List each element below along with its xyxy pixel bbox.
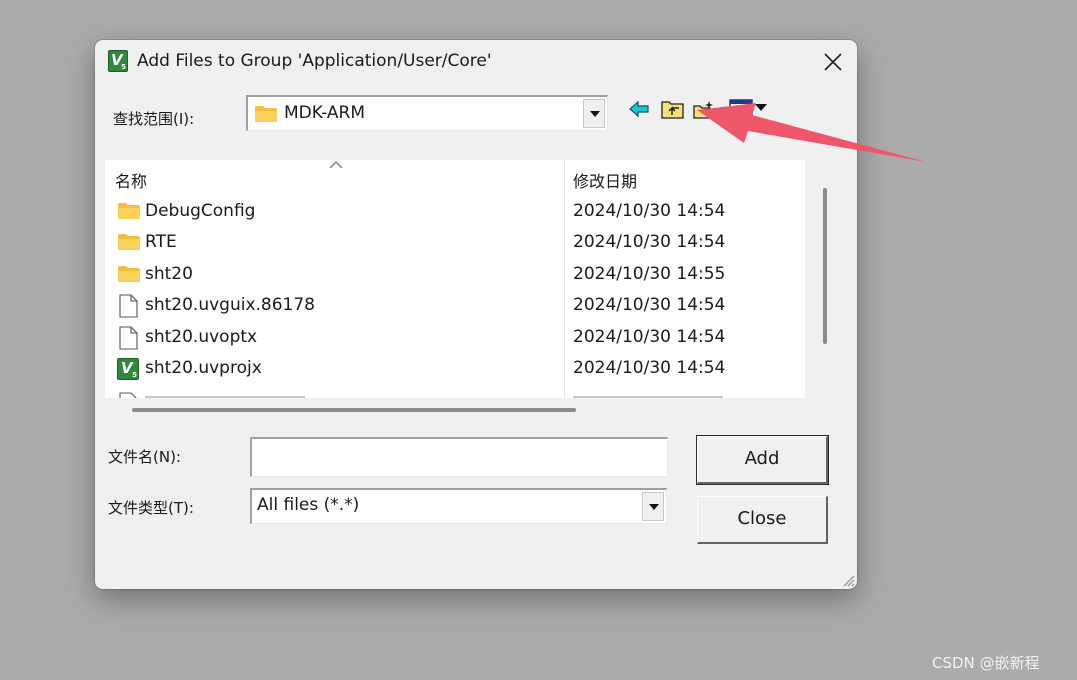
vertical-scrollbar[interactable] bbox=[823, 188, 827, 344]
back-arrow-icon[interactable] bbox=[628, 100, 650, 118]
file-name: sht20 bbox=[145, 264, 193, 284]
horizontal-scrollbar[interactable] bbox=[132, 408, 576, 412]
folder-icon bbox=[118, 234, 140, 250]
file-name: sht20.uvprojx bbox=[145, 358, 262, 378]
folder-icon bbox=[255, 106, 277, 122]
list-item[interactable]: sht20.uvoptx 2024/10/30 14:54 bbox=[105, 323, 805, 354]
view-menu-icon[interactable] bbox=[729, 99, 769, 119]
title-bar: V5 Add Files to Group 'Application/User/… bbox=[95, 40, 857, 84]
file-icon bbox=[119, 326, 138, 350]
truncated-file-date bbox=[573, 396, 723, 398]
file-name: sht20.uvguix.86178 bbox=[145, 295, 315, 315]
close-button[interactable]: Close bbox=[697, 496, 828, 544]
column-header-name[interactable]: 名称 bbox=[115, 168, 147, 192]
file-date: 2024/10/30 14:54 bbox=[573, 201, 726, 221]
close-icon bbox=[824, 53, 842, 71]
list-item-partial[interactable] bbox=[105, 390, 805, 398]
file-type-dropdown-button[interactable] bbox=[642, 492, 664, 521]
list-item[interactable]: V 5 sht20.uvprojx 2024/10/30 14:54 bbox=[105, 354, 805, 385]
sort-ascending-icon bbox=[329, 161, 343, 169]
chevron-down-icon bbox=[590, 110, 600, 117]
file-date: 2024/10/30 14:54 bbox=[573, 327, 726, 347]
file-type-value: All files (*.*) bbox=[257, 495, 360, 515]
file-type-dropdown[interactable]: All files (*.*) bbox=[250, 488, 667, 524]
list-item[interactable]: RTE 2024/10/30 14:54 bbox=[105, 228, 805, 259]
folder-icon bbox=[118, 203, 140, 219]
watermark: CSDN @嵌新程 bbox=[932, 654, 1040, 672]
add-button-label: Add bbox=[744, 448, 780, 469]
new-folder-icon[interactable] bbox=[693, 100, 715, 120]
file-date: 2024/10/30 14:55 bbox=[573, 264, 726, 284]
truncated-file-name bbox=[145, 396, 305, 398]
file-name-input[interactable] bbox=[250, 437, 668, 477]
close-button-label: Close bbox=[737, 508, 787, 529]
list-item[interactable]: sht20.uvguix.86178 2024/10/30 14:54 bbox=[105, 291, 805, 322]
add-button[interactable]: Add bbox=[696, 435, 829, 485]
look-in-label: 查找范围(I): bbox=[113, 110, 195, 128]
file-list[interactable]: 名称 修改日期 DebugConfig 2024/10/30 14:54 RTE… bbox=[105, 160, 805, 398]
file-name: RTE bbox=[145, 232, 177, 252]
look-in-value: MDK-ARM bbox=[284, 103, 365, 123]
file-name-label: 文件名(N): bbox=[108, 448, 181, 466]
file-icon bbox=[119, 294, 138, 318]
look-in-dropdown[interactable]: MDK-ARM bbox=[246, 95, 608, 131]
column-header-modified[interactable]: 修改日期 bbox=[573, 168, 637, 192]
file-date: 2024/10/30 14:54 bbox=[573, 232, 726, 252]
folder-icon bbox=[118, 266, 140, 282]
file-name: sht20.uvoptx bbox=[145, 327, 258, 347]
file-name: DebugConfig bbox=[145, 201, 256, 221]
list-item[interactable]: sht20 2024/10/30 14:55 bbox=[105, 260, 805, 291]
look-in-dropdown-button[interactable] bbox=[583, 99, 605, 128]
file-type-label: 文件类型(T): bbox=[108, 499, 194, 517]
keil-project-icon: V 5 bbox=[117, 358, 139, 380]
file-date: 2024/10/30 14:54 bbox=[573, 358, 726, 378]
chevron-down-icon bbox=[649, 503, 659, 510]
close-window-button[interactable] bbox=[815, 44, 851, 80]
up-folder-icon[interactable] bbox=[660, 98, 686, 120]
keil-app-icon: V5 bbox=[108, 50, 128, 72]
file-date: 2024/10/30 14:54 bbox=[573, 295, 726, 315]
resize-grip-icon[interactable] bbox=[841, 573, 855, 587]
add-files-dialog: V5 Add Files to Group 'Application/User/… bbox=[95, 40, 857, 589]
list-item[interactable]: DebugConfig 2024/10/30 14:54 bbox=[105, 197, 805, 228]
dialog-title: Add Files to Group 'Application/User/Cor… bbox=[137, 51, 492, 71]
file-icon bbox=[119, 392, 137, 398]
